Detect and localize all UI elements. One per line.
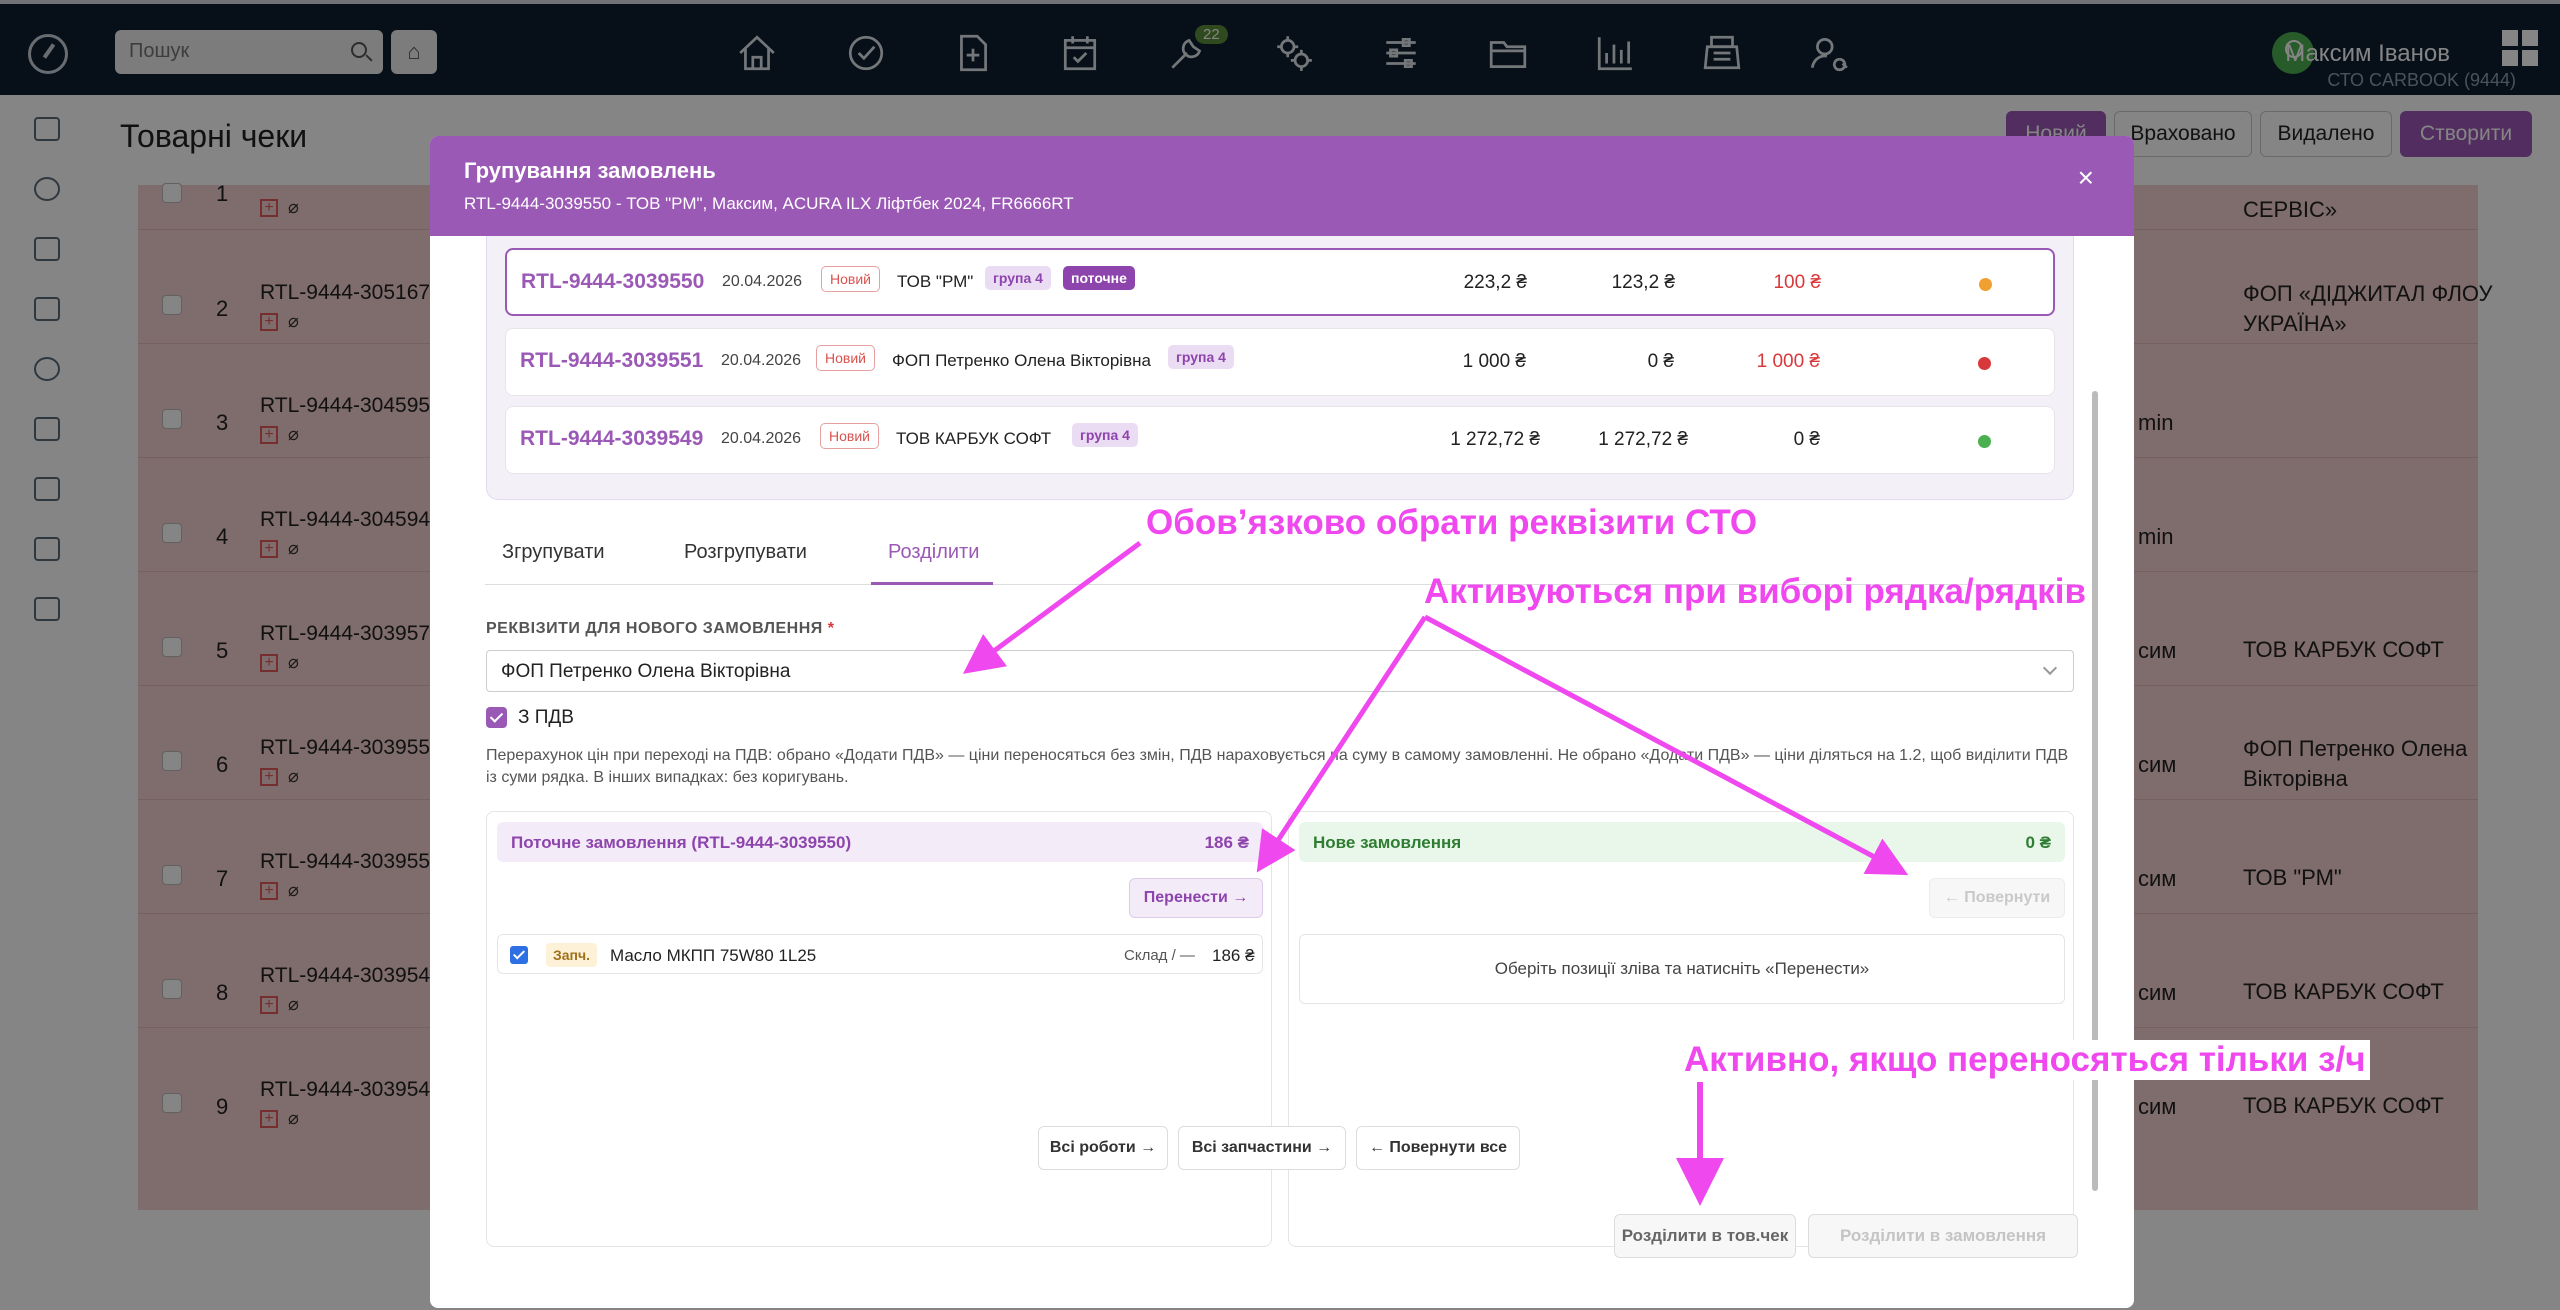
annotation-requisites: Обов’язково обрати реквізити СТО [1146, 503, 1758, 542]
annotation-activation: Активуються при виборі рядка/рядків [1424, 572, 2087, 611]
annotation-arrows [962, 540, 1909, 1206]
annotation-parts-only: Активно, якщо переносяться тільки з/ч [1680, 1040, 2370, 1080]
